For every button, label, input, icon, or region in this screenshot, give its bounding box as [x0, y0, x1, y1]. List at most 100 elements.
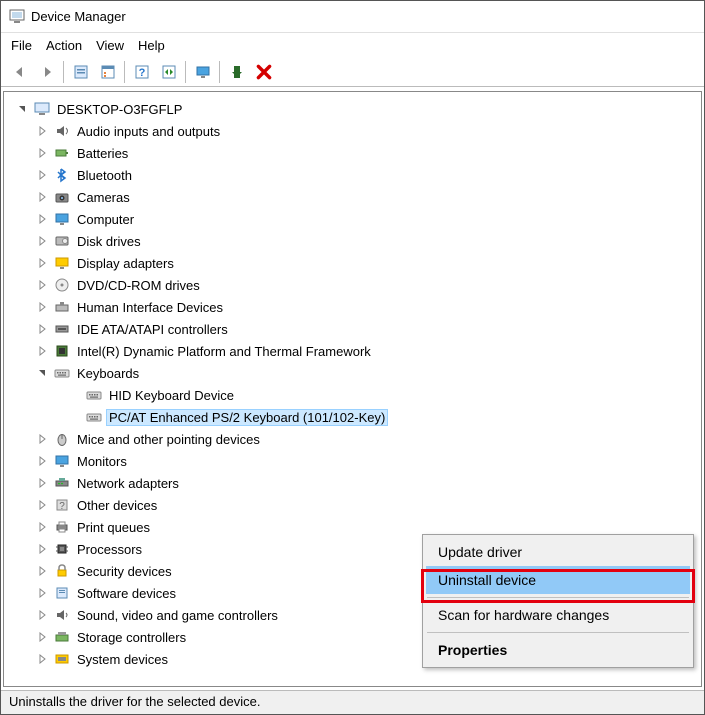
tree-device-label: HID Keyboard Device — [106, 387, 237, 404]
tree-category-label: Monitors — [74, 453, 130, 470]
context-properties[interactable]: Properties — [426, 636, 690, 664]
menu-view[interactable]: View — [96, 38, 124, 53]
back-button[interactable] — [7, 59, 33, 85]
chevron-right-icon[interactable] — [36, 499, 48, 511]
help-button[interactable]: ? — [129, 59, 155, 85]
tree-category[interactable]: Cameras — [8, 186, 697, 208]
app-icon — [9, 9, 25, 25]
chevron-right-icon[interactable] — [36, 455, 48, 467]
chevron-right-icon[interactable] — [36, 125, 48, 137]
tree-category-label: Network adapters — [74, 475, 182, 492]
scan-hardware-button[interactable] — [156, 59, 182, 85]
context-menu-label-update: Update driver — [438, 544, 522, 560]
mouse-icon — [54, 431, 70, 447]
tree-category[interactable]: Network adapters — [8, 472, 697, 494]
print-icon — [54, 519, 70, 535]
tree-category[interactable]: Human Interface Devices — [8, 296, 697, 318]
keyboard-icon — [86, 409, 102, 425]
computer-root-icon — [34, 101, 50, 117]
tree-category[interactable]: Keyboards — [8, 362, 697, 384]
tree-root[interactable]: DESKTOP-O3FGFLP — [8, 98, 697, 120]
chevron-right-icon[interactable] — [36, 147, 48, 159]
chevron-down-icon[interactable] — [16, 103, 28, 115]
software-icon — [54, 585, 70, 601]
computer-icon — [54, 211, 70, 227]
monitor-button[interactable] — [190, 59, 216, 85]
tree-category[interactable]: Audio inputs and outputs — [8, 120, 697, 142]
chevron-right-icon[interactable] — [36, 587, 48, 599]
chevron-right-icon[interactable] — [36, 653, 48, 665]
tree-category[interactable]: Bluetooth — [8, 164, 697, 186]
dvd-icon — [54, 277, 70, 293]
security-icon — [54, 563, 70, 579]
tree-category[interactable]: Disk drives — [8, 230, 697, 252]
chevron-right-icon[interactable] — [36, 301, 48, 313]
sound-icon — [54, 607, 70, 623]
uninstall-button[interactable] — [251, 59, 277, 85]
chevron-down-icon[interactable] — [36, 367, 48, 379]
menu-help[interactable]: Help — [138, 38, 165, 53]
chevron-right-icon[interactable] — [36, 257, 48, 269]
chevron-right-icon[interactable] — [36, 609, 48, 621]
forward-button[interactable] — [34, 59, 60, 85]
menu-action[interactable]: Action — [46, 38, 82, 53]
tree-device[interactable]: PC/AT Enhanced PS/2 Keyboard (101/102-Ke… — [8, 406, 697, 428]
tree-category-label: Sound, video and game controllers — [74, 607, 281, 624]
tree-category[interactable]: Monitors — [8, 450, 697, 472]
tree-category-label: DVD/CD-ROM drives — [74, 277, 203, 294]
svg-text:?: ? — [59, 501, 65, 512]
tree-category-label: IDE ATA/ATAPI controllers — [74, 321, 231, 338]
chevron-spacer — [68, 389, 80, 401]
chevron-right-icon[interactable] — [36, 279, 48, 291]
tree-category-label: Computer — [74, 211, 137, 228]
tree-category-label: Mice and other pointing devices — [74, 431, 263, 448]
chevron-right-icon[interactable] — [36, 213, 48, 225]
tree-category-label: Cameras — [74, 189, 133, 206]
window-title: Device Manager — [31, 9, 126, 24]
tree-category[interactable]: Intel(R) Dynamic Platform and Thermal Fr… — [8, 340, 697, 362]
tree-category[interactable]: Batteries — [8, 142, 697, 164]
show-hidden-button[interactable] — [68, 59, 94, 85]
cpu-icon — [54, 541, 70, 557]
menu-file[interactable]: File — [11, 38, 32, 53]
context-update-driver[interactable]: Update driver — [426, 538, 690, 566]
chevron-right-icon[interactable] — [36, 631, 48, 643]
install-device-button[interactable] — [224, 59, 250, 85]
tree-category[interactable]: Computer — [8, 208, 697, 230]
system-icon — [54, 651, 70, 667]
context-scan-hardware[interactable]: Scan for hardware changes — [426, 601, 690, 629]
tree-category-label: Intel(R) Dynamic Platform and Thermal Fr… — [74, 343, 374, 360]
network-icon — [54, 475, 70, 491]
chevron-right-icon[interactable] — [36, 169, 48, 181]
chevron-right-icon[interactable] — [36, 345, 48, 357]
status-bar: Uninstalls the driver for the selected d… — [1, 690, 704, 714]
hid-icon — [54, 299, 70, 315]
tree-category-label: Keyboards — [74, 365, 142, 382]
chevron-right-icon[interactable] — [36, 235, 48, 247]
chevron-right-icon[interactable] — [36, 521, 48, 533]
tree-category-label: Processors — [74, 541, 145, 558]
tree-category[interactable]: Display adapters — [8, 252, 697, 274]
tree-device-label: PC/AT Enhanced PS/2 Keyboard (101/102-Ke… — [106, 409, 388, 426]
tree-category[interactable]: IDE ATA/ATAPI controllers — [8, 318, 697, 340]
audio-icon — [54, 123, 70, 139]
properties-button[interactable] — [95, 59, 121, 85]
keyboard-icon — [54, 365, 70, 381]
tree-category[interactable]: Mice and other pointing devices — [8, 428, 697, 450]
tree-category-label: System devices — [74, 651, 171, 668]
chevron-right-icon[interactable] — [36, 433, 48, 445]
context-uninstall-device[interactable]: Uninstall device — [426, 566, 690, 594]
context-menu-separator — [427, 632, 689, 633]
tree-device[interactable]: HID Keyboard Device — [8, 384, 697, 406]
tree-area: DESKTOP-O3FGFLPAudio inputs and outputsB… — [3, 91, 702, 687]
tree-category[interactable]: ?Other devices — [8, 494, 697, 516]
toolbar: ? — [1, 57, 704, 87]
chevron-right-icon[interactable] — [36, 323, 48, 335]
ide-icon — [54, 321, 70, 337]
chevron-right-icon[interactable] — [36, 543, 48, 555]
tree-category[interactable]: DVD/CD-ROM drives — [8, 274, 697, 296]
chevron-right-icon[interactable] — [36, 477, 48, 489]
chevron-right-icon[interactable] — [36, 191, 48, 203]
tree-category-label: Software devices — [74, 585, 179, 602]
chevron-right-icon[interactable] — [36, 565, 48, 577]
